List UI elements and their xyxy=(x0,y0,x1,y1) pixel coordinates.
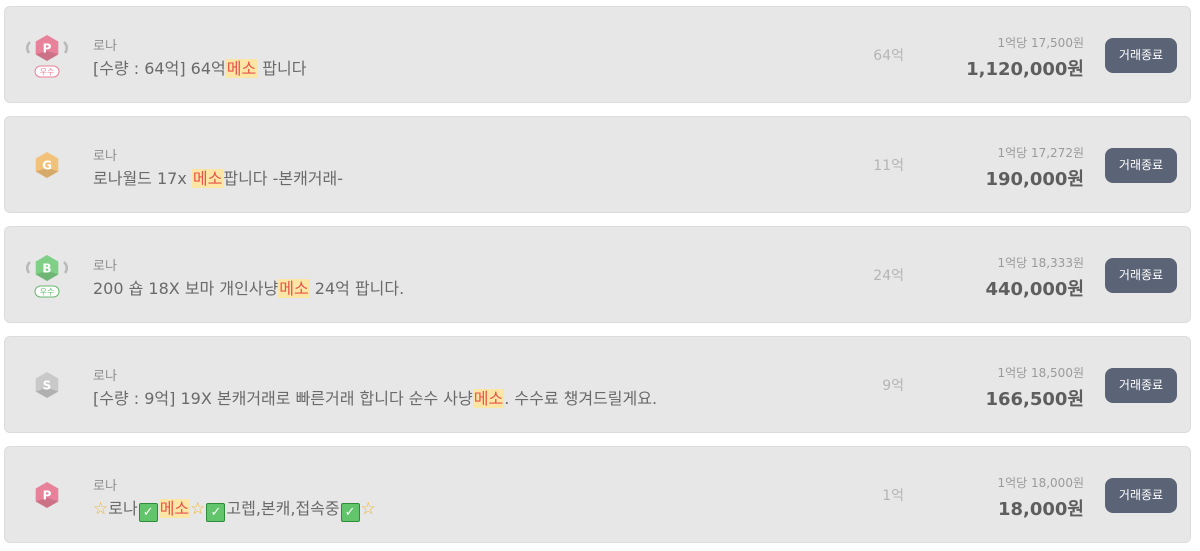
unit-price: 1억당 17,272원 xyxy=(997,146,1084,160)
trade-closed-button[interactable]: 거래종료 xyxy=(1105,258,1177,293)
pink-p-excellent-badge-icon: P 우수 xyxy=(26,35,68,78)
listing-title[interactable]: 200 숍 18X 보마 개인사냥메소 24억 팝니다. xyxy=(93,275,404,299)
listing-card[interactable]: B 우수 로나 200 숍 18X 보마 개인사냥메소 24억 팝니다. 24억 … xyxy=(4,226,1191,323)
pink-p-badge-icon: P xyxy=(23,473,71,521)
keyword-highlight: 메소 xyxy=(225,59,258,78)
tier-label: 우수 xyxy=(40,68,55,77)
total-price: 1,120,000원 xyxy=(966,59,1084,80)
title-text: 로나 xyxy=(108,499,138,518)
title-text: [수량 : 9억] 19X 본캐거래로 빠른거래 합니다 순수 사냥 xyxy=(93,389,473,408)
star-icon: ☆ xyxy=(190,499,206,519)
silver-s-badge-icon: S xyxy=(35,372,59,398)
quantity: 11억 xyxy=(873,158,904,174)
listing-card[interactable]: P 로나 ☆로나 ✓ 메소☆ ✓ 고렙,본캐,접속중 ✓ ☆ 1억 1억당 18,000원 … xyxy=(4,446,1191,543)
green-b-excellent-badge-icon: B 우수 xyxy=(23,253,71,301)
total-price: 18,000원 xyxy=(997,499,1084,520)
right-laurel xyxy=(63,261,68,274)
server-name: 로나 xyxy=(93,479,117,494)
listing-title[interactable]: 로나월드 17x 메소팝니다 -본캐거래- xyxy=(93,165,343,189)
trade-closed-button[interactable]: 거래종료 xyxy=(1105,38,1177,73)
listing-card[interactable]: P 우수 로나 [수량 : 64억] 64억메소 팝니다 64억 1억당 17,5… xyxy=(4,6,1191,103)
listing-title[interactable]: [수량 : 64억] 64억메소 팝니다 xyxy=(93,55,306,79)
title-text: 24억 팝니다. xyxy=(309,279,405,298)
keyword-highlight: 메소 xyxy=(158,499,191,518)
quantity: 9억 xyxy=(882,378,904,394)
badge-letter: P xyxy=(43,489,52,503)
title-text: 로나월드 17x xyxy=(93,169,192,188)
badge-letter: P xyxy=(43,42,52,56)
pink-p-excellent-badge-icon: P 우수 xyxy=(23,33,71,81)
quantity: 64억 xyxy=(873,48,904,64)
listing-title[interactable]: [수량 : 9억] 19X 본캐거래로 빠른거래 합니다 순수 사냥메소. 수수… xyxy=(93,385,657,409)
listing-card[interactable]: S 로나 [수량 : 9억] 19X 본캐거래로 빠른거래 합니다 순수 사냥메… xyxy=(4,336,1191,433)
total-price: 190,000원 xyxy=(985,169,1084,190)
keyword-highlight: 메소 xyxy=(472,389,505,408)
server-name: 로나 xyxy=(93,369,117,384)
star-icon: ☆ xyxy=(93,499,109,519)
check-icon: ✓ xyxy=(206,503,226,522)
listing-title[interactable]: ☆로나 ✓ 메소☆ ✓ 고렙,본캐,접속중 ✓ ☆ xyxy=(93,495,376,522)
unit-price: 1억당 17,500원 xyxy=(997,36,1084,50)
total-price: 166,500원 xyxy=(985,389,1084,410)
check-icon: ✓ xyxy=(138,503,158,522)
left-laurel xyxy=(26,41,31,54)
unit-price: 1억당 18,500원 xyxy=(997,366,1084,380)
right-laurel xyxy=(63,41,68,54)
left-laurel xyxy=(26,261,31,274)
badge-letter: S xyxy=(43,379,52,393)
title-text: . 수수료 챙겨드릴게요. xyxy=(504,389,658,408)
keyword-highlight: 메소 xyxy=(191,169,224,188)
title-text: 200 숍 18X 보마 개인사냥 xyxy=(93,279,279,298)
title-text: 고렙,본캐,접속중 xyxy=(226,499,340,518)
unit-price: 1억당 18,000원 xyxy=(997,476,1084,490)
listing-card[interactable]: G 로나 로나월드 17x 메소팝니다 -본캐거래- 11억 1억당 17,27… xyxy=(4,116,1191,213)
quantity: 1억 xyxy=(882,488,904,504)
silver-s-badge-icon: S xyxy=(23,363,71,411)
server-name: 로나 xyxy=(93,149,117,164)
gold-g-badge-icon: G xyxy=(23,143,71,191)
pink-p-badge-icon: P xyxy=(35,482,59,508)
star-icon: ☆ xyxy=(360,499,376,519)
keyword-highlight: 메소 xyxy=(278,279,310,298)
server-name: 로나 xyxy=(93,39,117,54)
trade-closed-button[interactable]: 거래종료 xyxy=(1105,148,1177,183)
trade-closed-button[interactable]: 거래종료 xyxy=(1105,368,1177,403)
title-text: 팝니다 -본캐거래- xyxy=(223,169,344,188)
server-name: 로나 xyxy=(93,259,117,274)
title-text: [수량 : 64억] 64억 xyxy=(93,59,226,78)
unit-price: 1억당 18,333원 xyxy=(997,256,1084,270)
title-text: 팝니다 xyxy=(257,59,307,78)
check-icon: ✓ xyxy=(340,503,360,522)
trade-closed-button[interactable]: 거래종료 xyxy=(1105,478,1177,513)
gold-g-badge-icon: G xyxy=(35,152,59,178)
listing-list: P 우수 로나 [수량 : 64억] 64억메소 팝니다 64억 1억당 17,5… xyxy=(0,0,1200,551)
green-b-excellent-badge-icon: B 우수 xyxy=(26,255,68,298)
badge-letter: G xyxy=(42,159,52,173)
quantity: 24억 xyxy=(873,268,904,284)
tier-label: 우수 xyxy=(40,288,55,297)
badge-letter: B xyxy=(42,262,51,276)
total-price: 440,000원 xyxy=(985,279,1084,300)
